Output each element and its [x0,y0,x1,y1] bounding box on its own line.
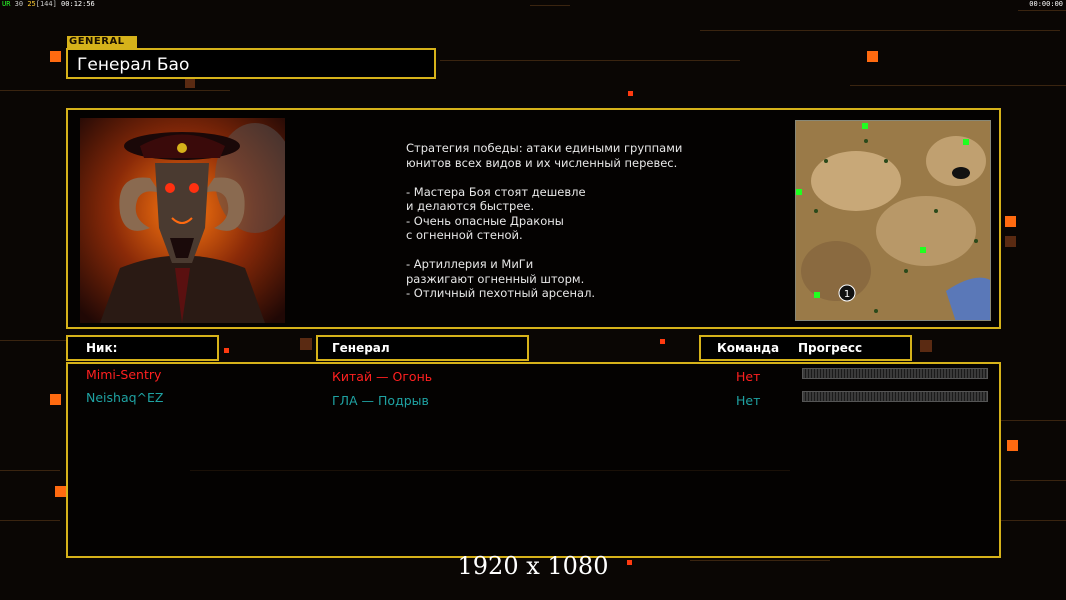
fps-value: 30 [14,0,24,8]
start-marker: 1 [844,289,850,300]
player-progress-bar [802,391,988,402]
header-general-label: Генерал [332,341,390,355]
header-nick: Ник: [66,335,219,361]
fps-label: UR [2,0,11,8]
fps-cap: [144] [35,0,57,8]
header-team-progress: Команда Прогресс [699,335,912,361]
general-info-panel: Стратегия победы: атаки едиными группами… [66,108,1001,329]
fps-limit: 25 [27,0,36,8]
player-team[interactable]: Нет [736,369,760,384]
player-progress-bar [802,368,988,379]
player-general[interactable]: Китай — Огонь [332,369,432,384]
header-team-label: Команда [717,341,780,355]
players-panel: Mimi-Sentry Китай — Огонь Нет Neishaq^EZ… [66,362,1001,558]
player-nick: Neishaq^EZ [86,390,164,405]
clock-right: 00:00:00 [1029,0,1063,8]
general-name: Генерал Бао [77,55,190,75]
header-progress-label: Прогресс [798,341,863,355]
game-clock: 00:12:56 [61,0,95,8]
header-general: Генерал [316,335,529,361]
strategy-description: Стратегия победы: атаки едиными группами… [406,141,683,300]
demon-general-portrait-icon [80,118,285,323]
debug-topbar: UR 30 25[144] 00:12:56 00:00:00 [0,0,1066,9]
player-general[interactable]: ГЛА — Подрыв [332,393,429,408]
desert-minimap-icon[interactable]: 1 [795,120,991,321]
general-tag: GENERAL [67,36,137,48]
general-title-box: Генерал Бао [66,48,436,79]
resolution-label: 1920 x 1080 [457,552,609,580]
player-team[interactable]: Нет [736,393,760,408]
player-nick: Mimi-Sentry [86,367,162,382]
fps-counter: UR 30 25[144] 00:12:56 [2,0,95,9]
header-nick-label: Ник: [86,341,118,355]
